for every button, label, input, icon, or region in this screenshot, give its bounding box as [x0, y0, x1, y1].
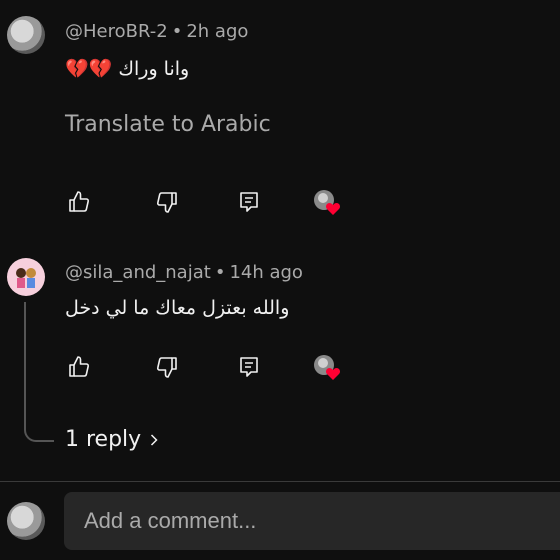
view-replies-button[interactable]: 1 reply — [65, 427, 159, 452]
creator-heart-icon — [314, 190, 341, 215]
thumbs-down-icon — [156, 192, 177, 213]
comment-actions — [65, 188, 365, 218]
username[interactable]: @HeroBR-2 — [65, 21, 168, 42]
reply-button[interactable] — [235, 188, 263, 216]
translate-link[interactable]: Translate to Arabic — [65, 112, 271, 137]
creator-heart — [313, 353, 341, 381]
comment-meta: @HeroBR-2 • 2h ago — [65, 21, 248, 42]
dislike-button[interactable] — [153, 353, 181, 381]
chevron-right-icon — [151, 433, 158, 446]
creator-heart — [313, 188, 341, 216]
thumbs-down-icon — [156, 357, 177, 378]
avatar-illustration-icon — [16, 268, 36, 288]
thumbs-up-icon — [69, 356, 90, 377]
comment-actions — [65, 353, 365, 383]
replies-count-label: 1 reply — [65, 427, 142, 452]
divider — [0, 481, 560, 482]
timestamp[interactable]: 2h ago — [186, 21, 248, 42]
avatar[interactable] — [7, 258, 45, 296]
thumbs-up-icon — [69, 191, 90, 212]
comment-meta: @sila_and_najat • 14h ago — [65, 262, 303, 283]
creator-heart-icon — [314, 355, 341, 380]
timestamp[interactable]: 14h ago — [229, 262, 303, 283]
comment-text: وانا وراك 💔💔 — [65, 58, 190, 80]
reply-thread-line — [24, 302, 54, 442]
dislike-button[interactable] — [153, 188, 181, 216]
separator-dot: • — [214, 262, 226, 283]
username[interactable]: @sila_and_najat — [65, 262, 211, 283]
reply-icon — [240, 357, 258, 377]
current-user-avatar — [7, 502, 45, 540]
like-button[interactable] — [65, 188, 93, 216]
avatar[interactable] — [7, 16, 45, 54]
add-comment-input[interactable] — [64, 492, 560, 550]
comment-text: والله بعتزل معاك ما لي دخل — [65, 297, 290, 319]
like-button[interactable] — [65, 353, 93, 381]
reply-icon — [240, 192, 258, 212]
reply-button[interactable] — [235, 353, 263, 381]
comment-composer — [64, 492, 560, 550]
separator-dot: • — [171, 21, 183, 42]
